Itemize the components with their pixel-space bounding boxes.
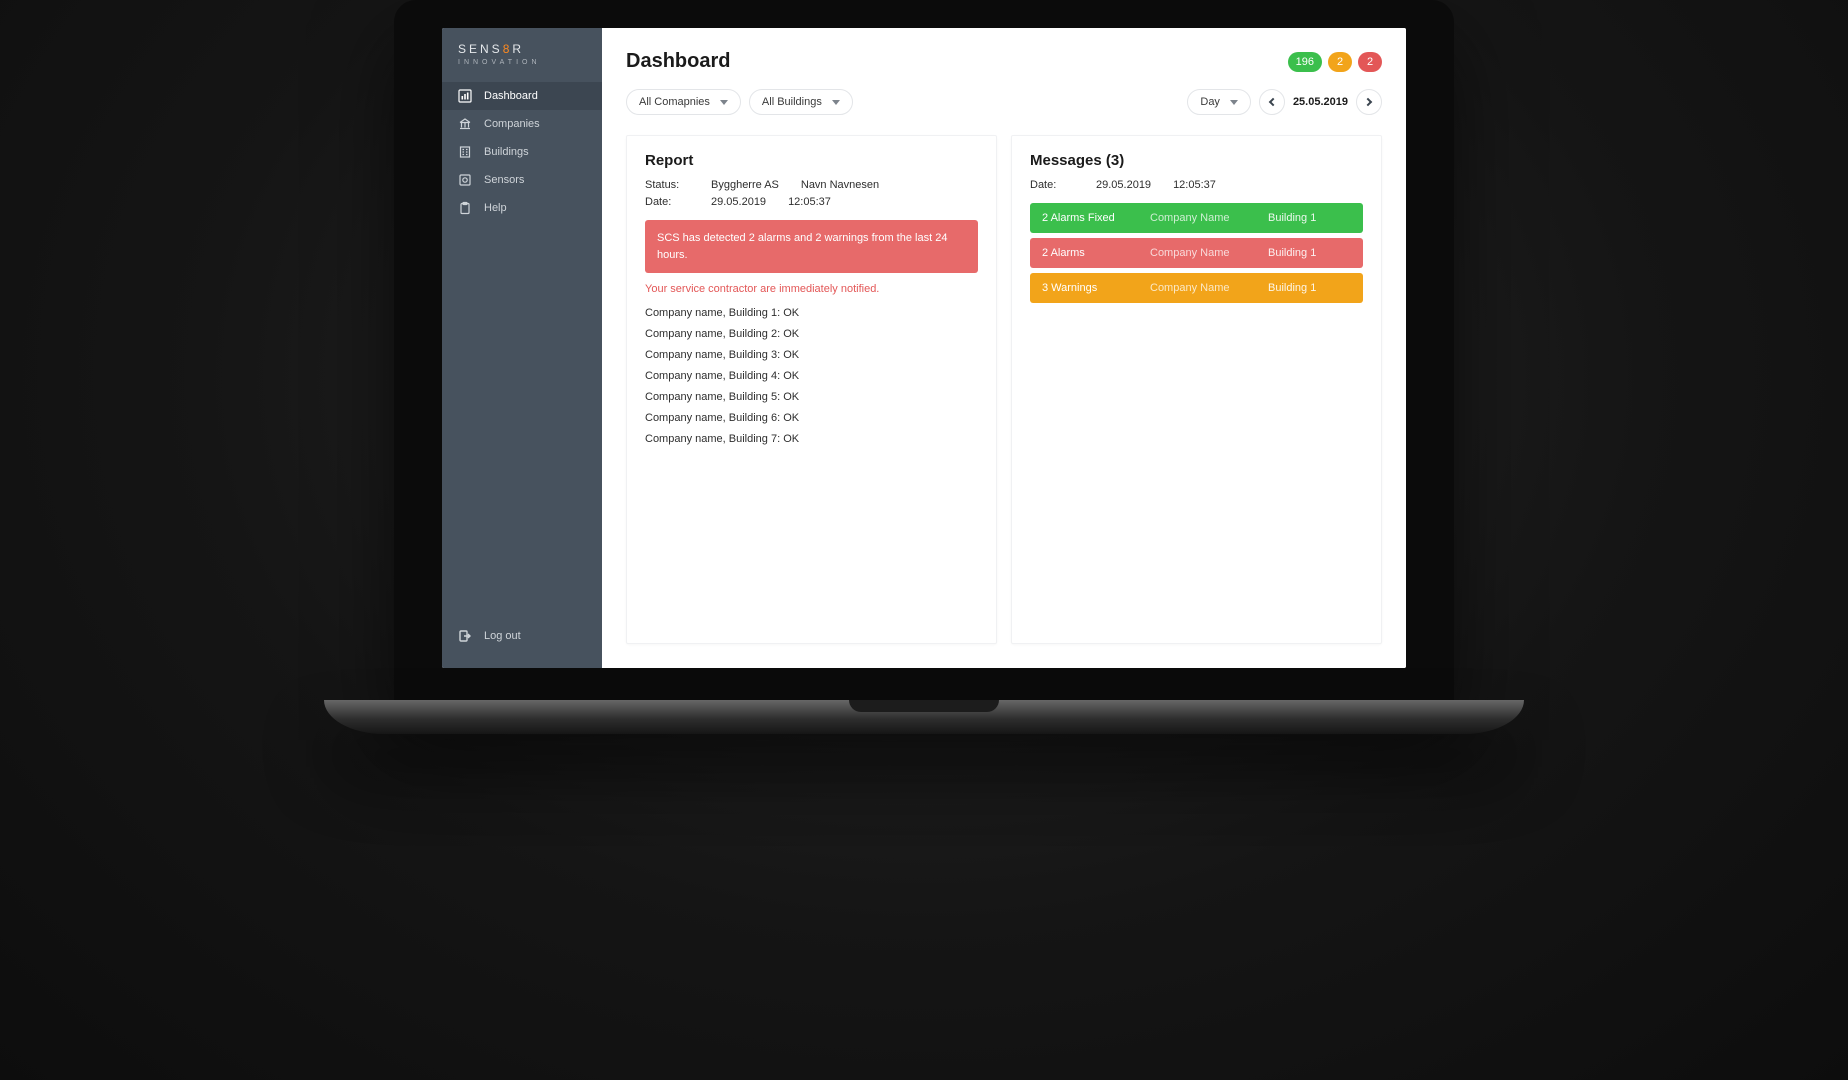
badge-ok[interactable]: 196 xyxy=(1288,52,1322,72)
report-title: Report xyxy=(645,152,978,169)
sidebar-nav: Dashboard Companies Buildings xyxy=(442,82,602,222)
sidebar-bottom: Log out xyxy=(442,622,602,668)
messages-date: 29.05.2019 xyxy=(1096,179,1151,191)
ok-list: Company name, Building 1: OK Company name… xyxy=(645,307,978,445)
range-dropdown-label: Day xyxy=(1200,96,1220,108)
sidebar-item-buildings[interactable]: Buildings xyxy=(442,138,602,166)
report-status-row: Status: Byggherre AS Navn Navnesen xyxy=(645,179,978,191)
message-building: Building 1 xyxy=(1268,212,1316,224)
status-label: Status: xyxy=(645,179,689,191)
content: Report Status: Byggherre AS Navn Navnese… xyxy=(602,115,1406,668)
logout-label: Log out xyxy=(484,630,521,642)
sidebar-item-sensors[interactable]: Sensors xyxy=(442,166,602,194)
message-row[interactable]: 2 Alarms Company Name Building 1 xyxy=(1030,238,1363,268)
message-company: Company Name xyxy=(1150,282,1246,294)
ok-list-item: Company name, Building 3: OK xyxy=(645,349,978,361)
chevron-down-icon xyxy=(832,100,840,105)
chevron-down-icon xyxy=(1230,100,1238,105)
sensor-icon xyxy=(458,173,472,187)
left-filters: All Comapnies All Buildings xyxy=(626,89,853,115)
status-badges: 196 2 2 xyxy=(1288,52,1382,72)
message-status: 2 Alarms Fixed xyxy=(1042,212,1128,224)
chevron-left-icon xyxy=(1269,98,1277,106)
sidebar-item-companies[interactable]: Companies xyxy=(442,110,602,138)
message-status: 2 Alarms xyxy=(1042,247,1128,259)
buildings-dropdown[interactable]: All Buildings xyxy=(749,89,853,115)
report-date-row: Date: 29.05.2019 12:05:37 xyxy=(645,196,978,208)
service-note: Your service contractor are immediately … xyxy=(645,283,978,295)
report-time: 12:05:37 xyxy=(788,196,831,208)
ok-list-item: Company name, Building 1: OK xyxy=(645,307,978,319)
sidebar-item-label: Buildings xyxy=(484,146,529,158)
messages-panel: Messages (3) Date: 29.05.2019 12:05:37 2… xyxy=(1011,135,1382,644)
current-date: 25.05.2019 xyxy=(1293,96,1348,108)
range-dropdown[interactable]: Day xyxy=(1187,89,1251,115)
status-company: Byggherre AS xyxy=(711,179,779,191)
sidebar-item-label: Sensors xyxy=(484,174,524,186)
brand: SENS8R INNOVATION xyxy=(442,28,602,76)
messages-meta: Date: 29.05.2019 12:05:37 xyxy=(1030,179,1363,191)
message-row[interactable]: 2 Alarms Fixed Company Name Building 1 xyxy=(1030,203,1363,233)
brand-prefix: SENS xyxy=(458,42,503,56)
brand-tagline: INNOVATION xyxy=(458,59,586,66)
brand-accent: 8 xyxy=(503,42,513,56)
logout-button[interactable]: Log out xyxy=(442,622,602,650)
filter-row: All Comapnies All Buildings Day xyxy=(626,89,1382,115)
buildings-dropdown-label: All Buildings xyxy=(762,96,822,108)
sidebar-item-label: Dashboard xyxy=(484,90,538,102)
chevron-right-icon xyxy=(1364,98,1372,106)
prev-date-button[interactable] xyxy=(1259,89,1285,115)
laptop-mock: SENS8R INNOVATION Dashboard xyxy=(394,0,1454,734)
logout-icon xyxy=(458,629,472,643)
sidebar-item-help[interactable]: Help xyxy=(442,194,602,222)
message-building: Building 1 xyxy=(1268,282,1316,294)
date-label: Date: xyxy=(1030,179,1074,191)
sidebar-item-label: Help xyxy=(484,202,507,214)
clipboard-icon xyxy=(458,201,472,215)
sidebar-item-label: Companies xyxy=(484,118,540,130)
next-date-button[interactable] xyxy=(1356,89,1382,115)
brand-logo: SENS8R xyxy=(458,42,586,56)
ok-list-item: Company name, Building 5: OK xyxy=(645,391,978,403)
message-company: Company Name xyxy=(1150,212,1246,224)
brand-suffix: R xyxy=(512,42,524,56)
status-person: Navn Navnesen xyxy=(801,179,879,191)
messages-time: 12:05:37 xyxy=(1173,179,1216,191)
date-label: Date: xyxy=(645,196,689,208)
chevron-down-icon xyxy=(720,100,728,105)
messages-list: 2 Alarms FixedCompany NameBuilding 12 Al… xyxy=(1030,203,1363,303)
building-icon xyxy=(458,145,472,159)
title-row: Dashboard 196 2 2 xyxy=(626,50,1382,73)
badge-alarm[interactable]: 2 xyxy=(1358,52,1382,72)
message-row[interactable]: 3 Warnings Company Name Building 1 xyxy=(1030,273,1363,303)
message-status: 3 Warnings xyxy=(1042,282,1128,294)
alert-banner: SCS has detected 2 alarms and 2 warnings… xyxy=(645,220,978,273)
sidebar: SENS8R INNOVATION Dashboard xyxy=(442,28,602,668)
report-panel: Report Status: Byggherre AS Navn Navnese… xyxy=(626,135,997,644)
date-navigator: Day 25.05.2019 xyxy=(1187,89,1382,115)
topbar: Dashboard 196 2 2 All Comapnies xyxy=(602,28,1406,115)
dashboard-icon xyxy=(458,89,472,103)
messages-title: Messages (3) xyxy=(1030,152,1363,169)
report-date: 29.05.2019 xyxy=(711,196,766,208)
ok-list-item: Company name, Building 4: OK xyxy=(645,370,978,382)
ok-list-item: Company name, Building 2: OK xyxy=(645,328,978,340)
sidebar-item-dashboard[interactable]: Dashboard xyxy=(442,82,602,110)
main: Dashboard 196 2 2 All Comapnies xyxy=(602,28,1406,668)
companies-dropdown[interactable]: All Comapnies xyxy=(626,89,741,115)
bank-icon xyxy=(458,117,472,131)
ok-list-item: Company name, Building 7: OK xyxy=(645,433,978,445)
laptop-base xyxy=(324,700,1524,734)
message-building: Building 1 xyxy=(1268,247,1316,259)
page-title: Dashboard xyxy=(626,50,730,73)
app-viewport: SENS8R INNOVATION Dashboard xyxy=(442,28,1406,668)
messages-date-row: Date: 29.05.2019 12:05:37 xyxy=(1030,179,1363,191)
badge-warning[interactable]: 2 xyxy=(1328,52,1352,72)
companies-dropdown-label: All Comapnies xyxy=(639,96,710,108)
screen-bezel: SENS8R INNOVATION Dashboard xyxy=(394,0,1454,700)
report-meta: Status: Byggherre AS Navn Navnesen Date:… xyxy=(645,179,978,208)
message-company: Company Name xyxy=(1150,247,1246,259)
ok-list-item: Company name, Building 6: OK xyxy=(645,412,978,424)
